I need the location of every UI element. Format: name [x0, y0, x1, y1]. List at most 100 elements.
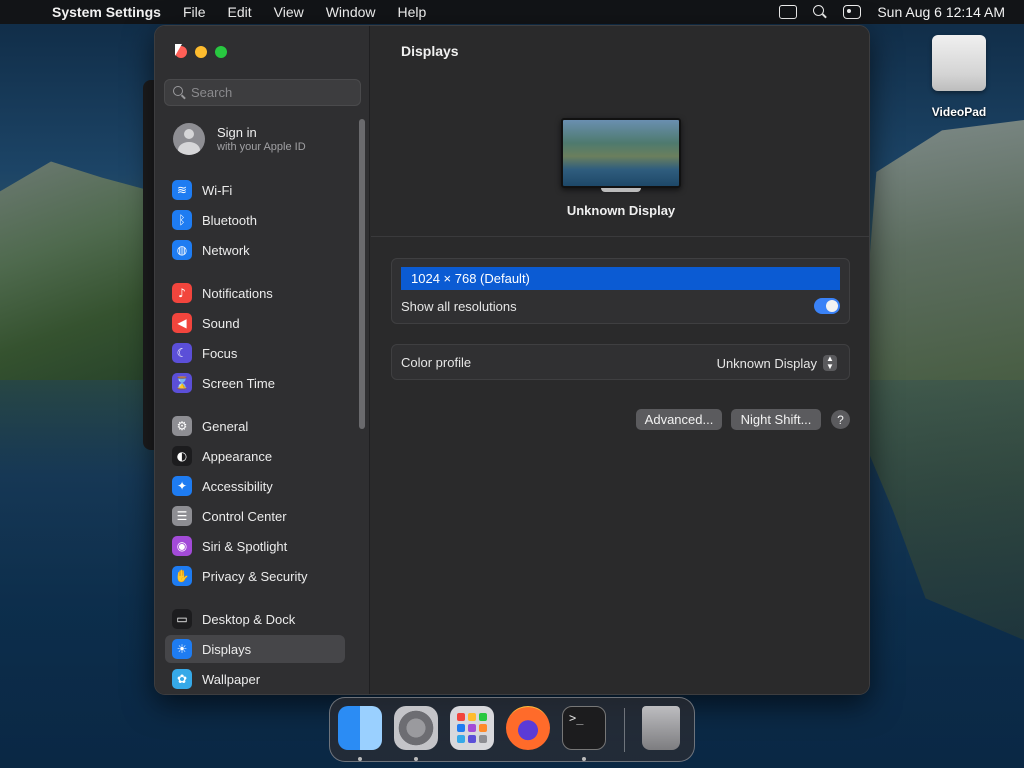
globe-icon: ◍ [172, 240, 192, 260]
running-indicator [358, 757, 362, 761]
dock-terminal[interactable]: >_ [562, 706, 606, 750]
search-input[interactable] [191, 85, 351, 100]
minimize-button[interactable] [195, 46, 207, 58]
menu-bar: System Settings File Edit View Window He… [0, 0, 1024, 24]
sidebar-item-wallpaper[interactable]: ✿ Wallpaper [165, 665, 345, 693]
content-pane: Displays Unknown Display 1024 × 768 (Def… [371, 26, 869, 694]
appearance-icon: ◐ [172, 446, 192, 466]
sidebar-item-appearance[interactable]: ◐ Appearance [165, 442, 345, 470]
screen-mirroring-icon[interactable] [779, 5, 798, 19]
menu-clock[interactable]: Sun Aug 6 12:14 AM [877, 4, 1005, 20]
sidebar-item-sound[interactable]: ◀ Sound [165, 309, 345, 337]
display-preview[interactable] [561, 118, 681, 192]
sidebar-item-label: General [202, 418, 249, 434]
sidebar: Sign in with your Apple ID ≋ Wi-Fi ᛒ Blueto… [155, 26, 370, 694]
accessibility-icon: ✦ [172, 476, 192, 496]
night-shift-button[interactable]: Night Shift... [731, 409, 821, 430]
wifi-icon: ≋ [172, 180, 192, 200]
sun-icon: ☀ [172, 639, 192, 659]
sidebar-item-label: Network [202, 242, 250, 258]
sidebar-item-general[interactable]: ⚙ General [165, 412, 345, 440]
window-controls [175, 46, 227, 58]
dock-trash[interactable] [642, 706, 680, 750]
chevron-updown-icon: ▲ ▼ [823, 355, 837, 371]
sidebar-item-screen-time[interactable]: ⌛ Screen Time [165, 369, 345, 397]
drive-icon [932, 35, 986, 91]
resolution-option-selected[interactable]: 1024 × 768 (Default) [401, 267, 840, 290]
search-icon [173, 86, 186, 99]
dock-finder[interactable] [338, 706, 382, 750]
running-indicator [582, 757, 586, 761]
bluetooth-icon: ᛒ [172, 210, 192, 230]
menu-view[interactable]: View [274, 4, 304, 20]
sidebar-item-wi-fi[interactable]: ≋ Wi-Fi [165, 176, 345, 204]
menu-app-name[interactable]: System Settings [52, 4, 161, 20]
dock-system-settings[interactable] [394, 706, 438, 750]
sidebar-item-accessibility[interactable]: ✦ Accessibility [165, 472, 345, 500]
hand-icon: ✋ [172, 566, 192, 586]
sidebar-item-notifications[interactable]: ♪ Notifications [165, 279, 345, 307]
siri-icon: ◉ [172, 536, 192, 556]
zoom-button[interactable] [215, 46, 227, 58]
menu-window[interactable]: Window [326, 4, 376, 20]
page-title: Displays [401, 43, 459, 59]
display-name: Unknown Display [566, 203, 676, 218]
dock-icon: ▭ [172, 609, 192, 629]
bell-icon: ♪ [172, 283, 192, 303]
sidebar-item-siri-spotlight[interactable]: ◉ Siri & Spotlight [165, 532, 345, 560]
color-profile-value: Unknown Display [716, 355, 817, 371]
desktop-icon-videopad[interactable]: VideoPad [926, 35, 992, 119]
gear-icon: ⚙ [172, 416, 192, 436]
sidebar-item-privacy-security[interactable]: ✋ Privacy & Security [165, 562, 345, 590]
color-profile-label: Color profile [401, 355, 472, 370]
sidebar-item-label: Screen Time [202, 375, 275, 391]
signin-title: Sign in [217, 125, 257, 140]
menu-edit[interactable]: Edit [228, 4, 252, 20]
show-all-resolutions-toggle[interactable] [814, 298, 840, 314]
sidebar-item-label: Focus [202, 345, 238, 361]
mouse-cursor-icon [175, 44, 182, 56]
sidebar-item-label: Wallpaper [202, 671, 261, 687]
sidebar-item-label: Appearance [202, 448, 273, 464]
control-center-icon[interactable] [843, 5, 862, 19]
menu-help[interactable]: Help [398, 4, 427, 20]
speaker-icon: ◀ [172, 313, 192, 333]
sidebar-item-focus[interactable]: ☾ Focus [165, 339, 345, 367]
color-profile-select[interactable]: Unknown Display ▲ ▼ [717, 355, 837, 371]
sidebar-scrollbar[interactable] [359, 119, 365, 429]
dock-separator [624, 708, 625, 752]
sidebar-item-label: Displays [202, 641, 252, 657]
sidebar-item-label: Accessibility [202, 478, 273, 494]
terminal-prompt-icon: >_ [569, 711, 584, 725]
dock-launchpad[interactable] [450, 706, 494, 750]
hourglass-icon: ⌛ [172, 373, 192, 393]
desktop-icon-label: VideoPad [931, 105, 987, 119]
running-indicator [414, 757, 418, 761]
menu-file[interactable]: File [183, 4, 206, 20]
moon-icon: ☾ [172, 343, 192, 363]
dock-firefox[interactable] [506, 706, 550, 750]
spotlight-search-icon[interactable] [813, 5, 827, 19]
signin-subtitle: with your Apple ID [217, 141, 306, 153]
help-button[interactable]: ? [831, 410, 850, 429]
show-all-resolutions-label: Show all resolutions [401, 299, 517, 314]
advanced-button[interactable]: Advanced... [636, 409, 722, 430]
sidebar-item-label: Siri & Spotlight [202, 538, 288, 554]
sidebar-item-label: Notifications [202, 285, 273, 301]
sidebar-item-displays[interactable]: ☀ Displays [165, 635, 345, 663]
color-profile-card: Color profile Unknown Display ▲ ▼ [391, 344, 850, 380]
launchpad-grid-icon [450, 706, 494, 750]
sidebar-item-desktop-dock[interactable]: ▭ Desktop & Dock [165, 605, 345, 633]
wallpaper-icon: ✿ [172, 669, 192, 689]
sidebar-item-bluetooth[interactable]: ᛒ Bluetooth [165, 206, 345, 234]
sidebar-item-network[interactable]: ◍ Network [165, 236, 345, 264]
sidebar-item-label: Control Center [202, 508, 287, 524]
system-settings-window: Sign in with your Apple ID ≋ Wi-Fi ᛒ Blueto… [154, 25, 870, 695]
sidebar-item-label: Sound [202, 315, 240, 331]
menu-bar-status: Sun Aug 6 12:14 AM [779, 4, 1024, 20]
avatar [173, 123, 205, 155]
sidebar-item-apple-id[interactable]: Sign in with your Apple ID [173, 123, 306, 155]
sidebar-item-label: Privacy & Security [202, 568, 308, 584]
sidebar-item-control-center[interactable]: ☰ Control Center [165, 502, 345, 530]
dock: >_ [329, 697, 695, 762]
